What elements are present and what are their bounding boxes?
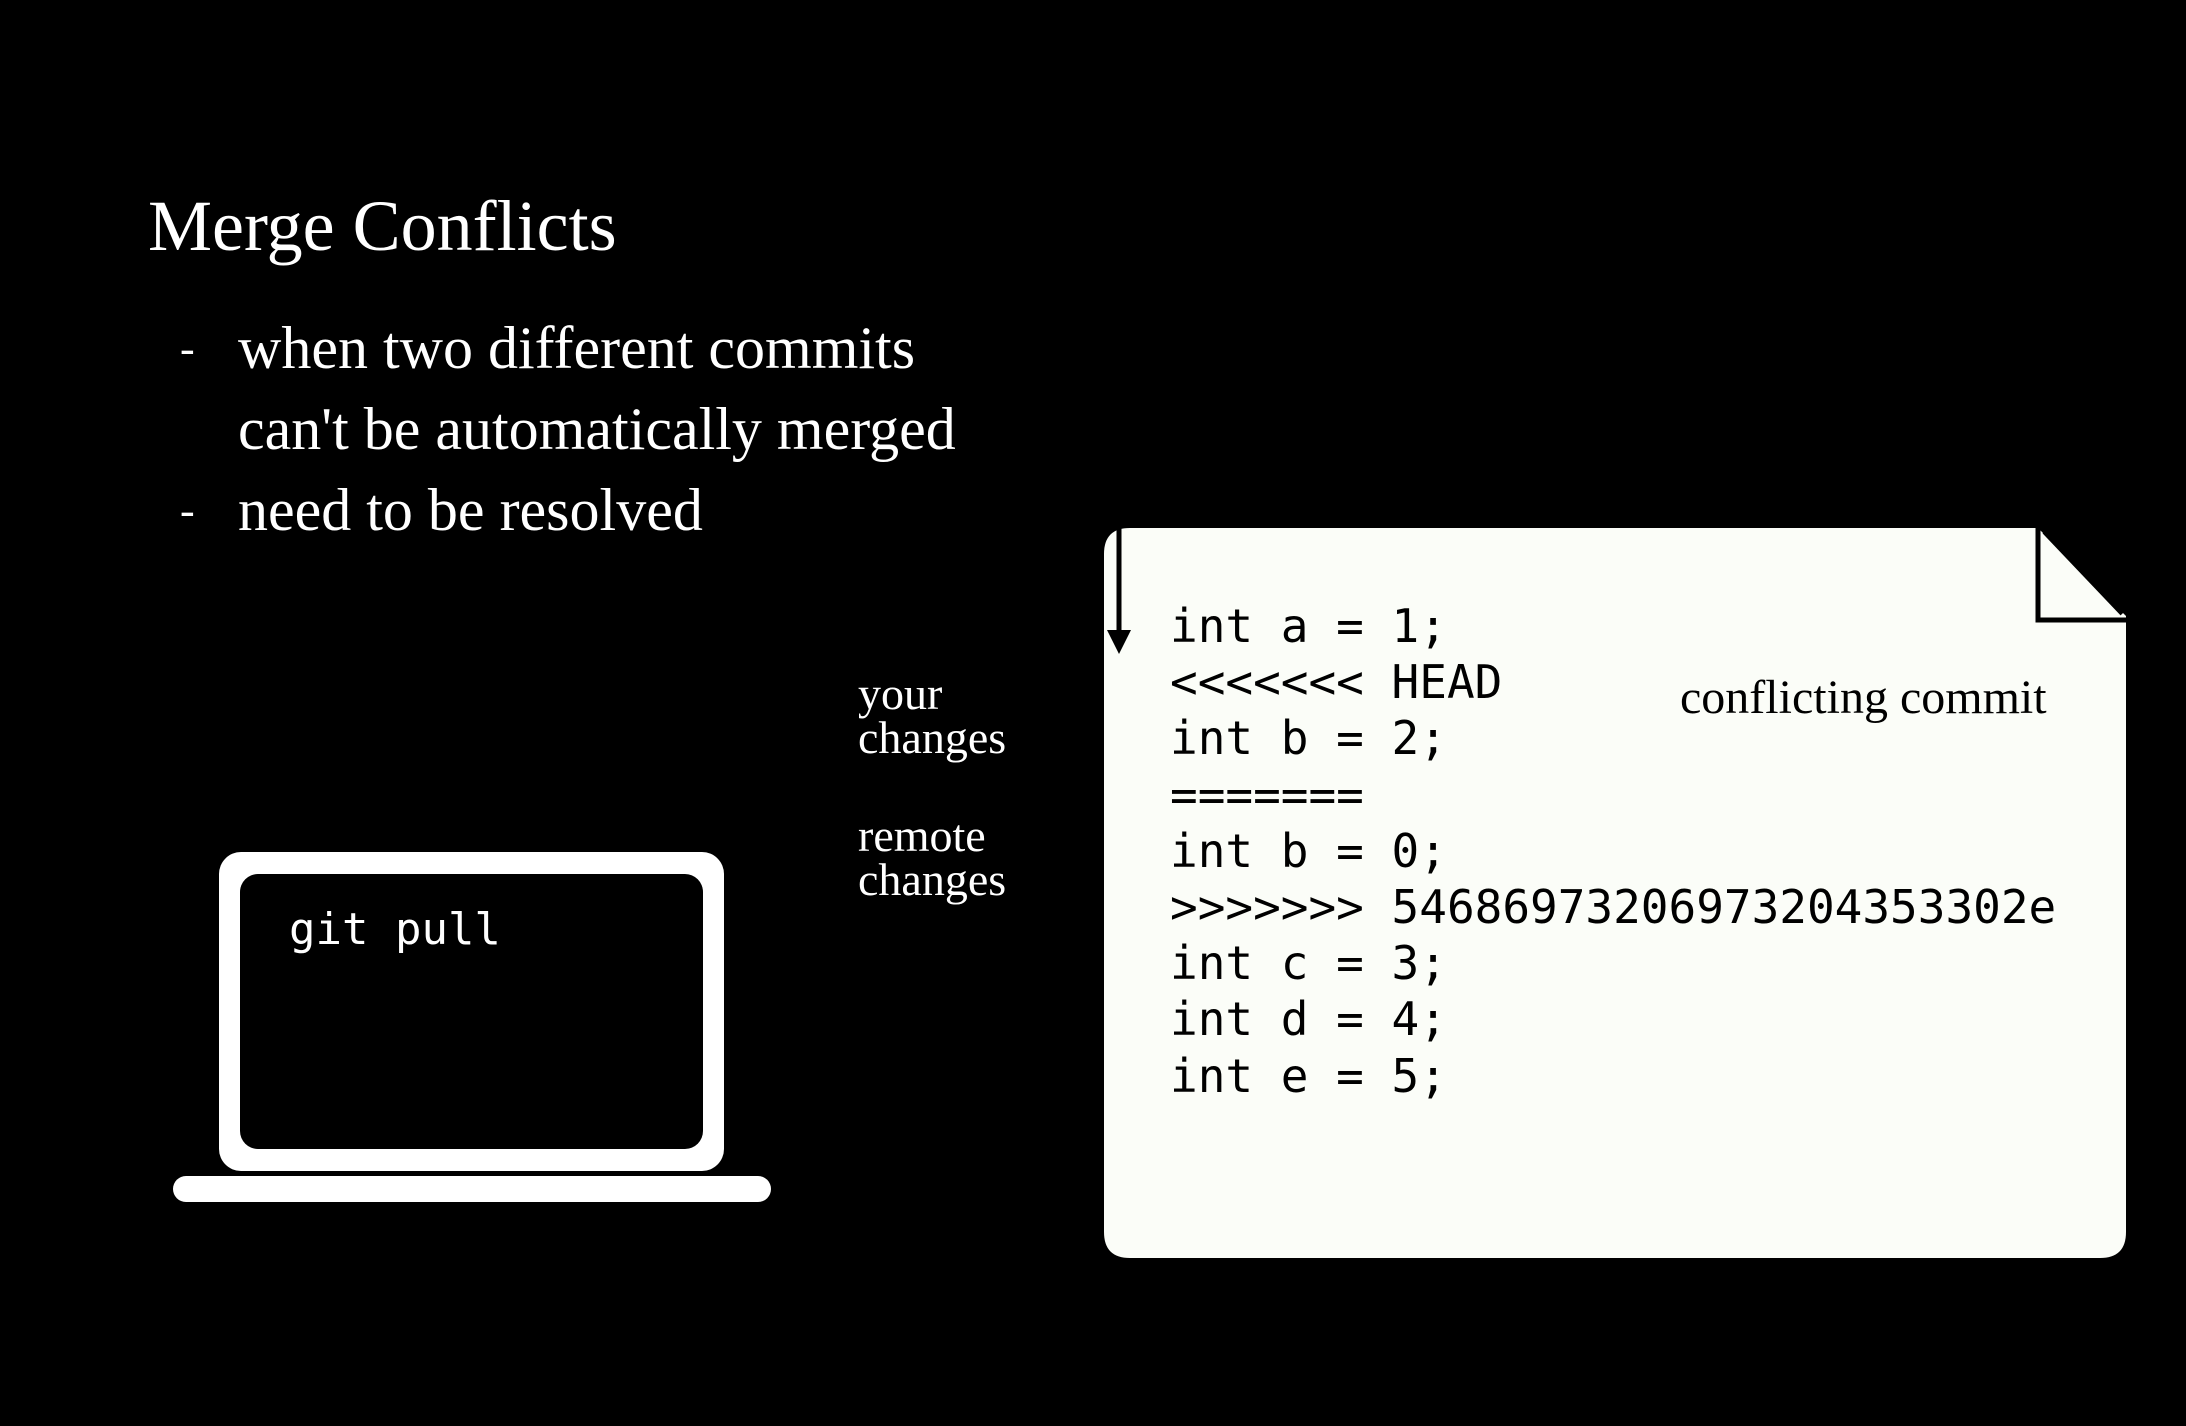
bullet-item: - need to be resolved [180,470,956,551]
bullet-text: when two different commits [238,315,916,381]
laptop-icon: git pull [219,852,724,1171]
bullet-list: - when two different commits can't be au… [180,308,956,551]
code-line: int e = 5; [1170,1048,1447,1103]
bullet-marker: - [180,324,195,373]
code-line: int d = 4; [1170,992,1447,1047]
terminal-command: git pull [289,904,501,955]
terminal-window: git pull [240,874,703,1149]
bullet-item: - when two different commits can't be au… [180,308,956,470]
label-line: changes [858,854,1007,905]
code-line: int b = 0; [1170,823,1447,878]
remote-changes-label: remote changes [858,810,1007,905]
conflict-marker-commit: >>>>>>> 54686973206973204353302e [1170,880,2057,935]
code-line: int c = 3; [1170,936,1447,991]
slide-title: Merge Conflicts [148,186,617,266]
conflicting-commit-annotation: conflicting commit [1680,671,2047,724]
your-changes-label: your changes [858,668,1007,763]
label-line: remote [858,810,986,861]
conflict-file: int a = 1; <<<<<<< HEAD int b = 2; =====… [1104,528,2126,1258]
laptop-base [173,1176,771,1202]
label-line: your [858,668,943,719]
label-line: changes [858,712,1007,763]
code-line: int a = 1; [1170,599,1447,653]
bullet-text: need to be resolved [238,477,703,543]
arrow-down-icon [1107,528,1131,654]
bullet-text: can't be automatically merged [238,396,956,462]
bullet-marker: - [180,486,195,535]
conflict-separator: ======= [1170,767,1364,822]
